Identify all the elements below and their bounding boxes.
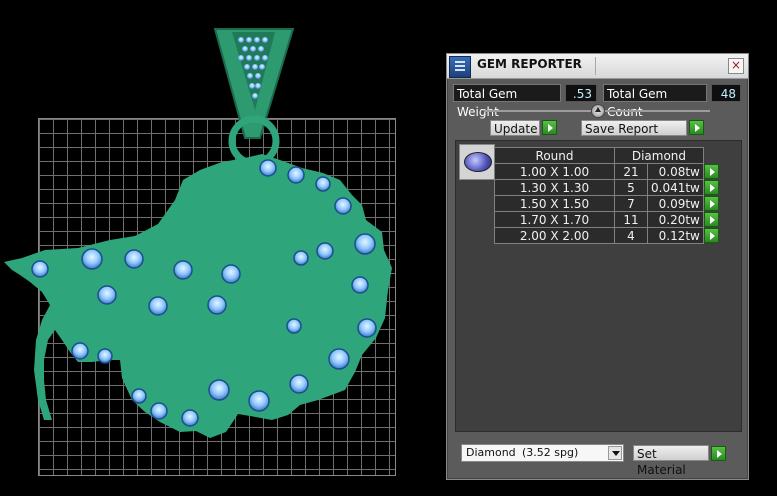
- gem-weight: 0.041tw: [647, 179, 704, 196]
- gem-weight: 0.08tw: [647, 163, 704, 180]
- gem-size: 1.00 X 1.00: [494, 163, 615, 180]
- row-go-icon[interactable]: [703, 212, 719, 227]
- gem-report-area: Round Diamond 1.00 X 1.00 21 0.08tw 1.30…: [455, 140, 742, 432]
- total-weight-value: .53: [565, 84, 597, 102]
- material-header: Diamond: [614, 147, 704, 164]
- panel-title: GEM REPORTER: [477, 57, 582, 71]
- gem-weight: 0.12tw: [647, 227, 704, 244]
- row-go-icon[interactable]: [703, 228, 719, 243]
- gem-table: Round Diamond 1.00 X 1.00 21 0.08tw 1.30…: [494, 147, 721, 244]
- update-go-icon[interactable]: [542, 120, 557, 135]
- gem-count: 5: [614, 179, 648, 196]
- save-report-button[interactable]: Save Report: [581, 120, 687, 136]
- gem-size: 1.50 X 1.50: [494, 195, 615, 212]
- round-gem-icon: [459, 144, 495, 180]
- gem-count: 21: [614, 163, 648, 180]
- material-spg: (3.52 spg): [522, 446, 579, 459]
- total-weight-label: Total Gem Weight: [453, 84, 561, 119]
- gem-weight: 0.20tw: [647, 211, 704, 228]
- gem-count: 7: [614, 195, 648, 212]
- gem-reporter-app-icon: [449, 56, 471, 78]
- title-bar[interactable]: GEM REPORTER ×: [447, 54, 748, 79]
- row-go-icon[interactable]: [703, 196, 719, 211]
- gem-reporter-panel: GEM REPORTER × Total Gem Weight .53 Tota…: [446, 53, 749, 480]
- 3d-viewport[interactable]: [0, 0, 440, 496]
- material-name: Diamond: [466, 446, 516, 459]
- gem-size: 2.00 X 2.00: [494, 227, 615, 244]
- gem-count: 4: [614, 227, 648, 244]
- titlebar-divider: [595, 57, 596, 75]
- chevron-down-icon[interactable]: [608, 446, 622, 460]
- save-report-go-icon[interactable]: [689, 120, 704, 135]
- update-button[interactable]: Update: [490, 120, 540, 136]
- gem-weight: 0.09tw: [647, 195, 704, 212]
- set-material-go-icon[interactable]: [711, 446, 726, 461]
- close-button[interactable]: ×: [728, 58, 744, 74]
- shape-header: Round: [494, 147, 615, 164]
- pendant-model: [4, 28, 392, 438]
- row-go-icon[interactable]: [703, 180, 719, 195]
- gem-size: 1.30 X 1.30: [494, 179, 615, 196]
- gem-size: 1.70 X 1.70: [494, 211, 615, 228]
- set-material-button[interactable]: Set Material: [633, 445, 709, 477]
- total-count-value: 48: [711, 84, 741, 102]
- total-count-label: Total Gem Count: [603, 84, 707, 119]
- row-go-icon[interactable]: [703, 164, 719, 179]
- slider-knob[interactable]: [591, 104, 605, 118]
- material-select[interactable]: Diamond (3.52 spg): [461, 444, 624, 462]
- gem-count: 11: [614, 211, 648, 228]
